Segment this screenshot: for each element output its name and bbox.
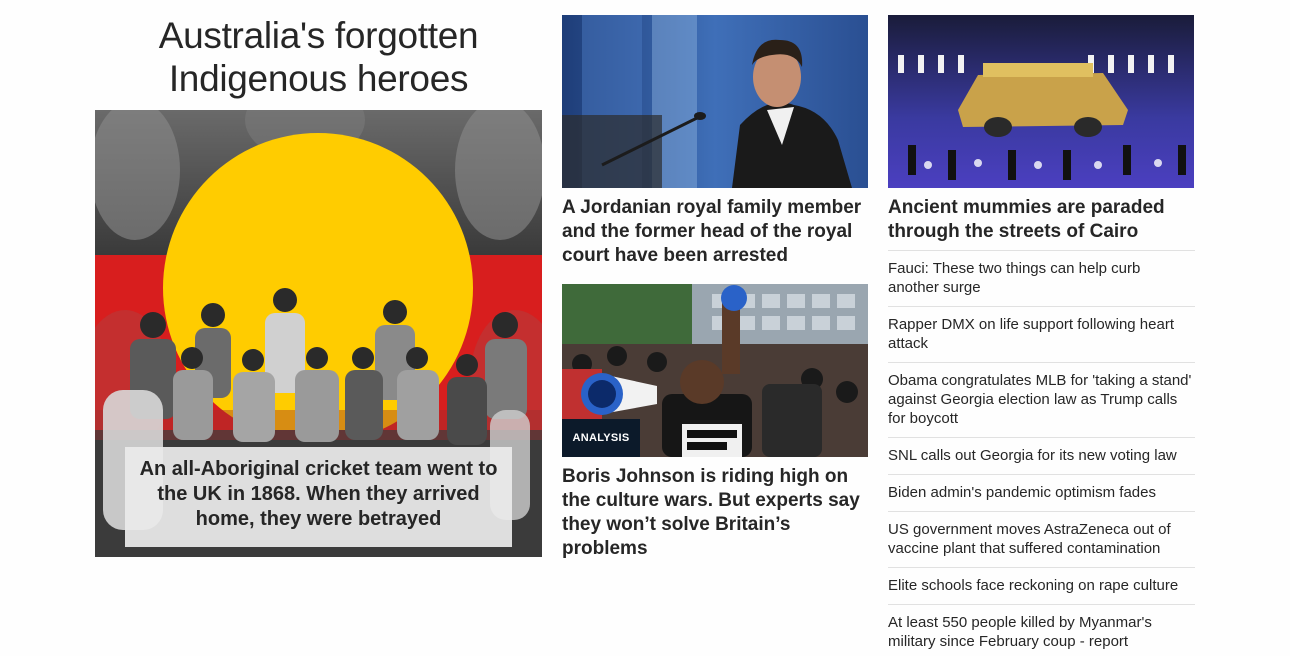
headline-link[interactable]: SNL calls out Georgia for its new voting…	[888, 447, 1177, 464]
mummies-headline[interactable]: Ancient mummies are paraded through the …	[888, 196, 1195, 244]
man-at-podium-photo	[562, 15, 868, 188]
headline-link[interactable]: US government moves AstraZeneca out of v…	[888, 521, 1171, 557]
feature-title[interactable]: Australia's forgotten Indigenous heroes	[95, 14, 542, 100]
list-item: Obama congratulates MLB for 'taking a st…	[888, 362, 1195, 437]
boris-image-link[interactable]: ANALYSIS	[562, 284, 868, 457]
headline-link[interactable]: Rapper DMX on life support following hea…	[888, 316, 1174, 352]
headline-link[interactable]: Fauci: These two things can help curb an…	[888, 260, 1140, 296]
headline-link[interactable]: Obama congratulates MLB for 'taking a st…	[888, 372, 1191, 427]
list-item: SNL calls out Georgia for its new voting…	[888, 437, 1195, 474]
jordan-headline[interactable]: A Jordanian royal family member and the …	[562, 196, 868, 268]
analysis-badge: ANALYSIS	[562, 419, 640, 457]
middle-column: A Jordanian royal family member and the …	[562, 15, 868, 561]
list-item: Biden admin's pandemic optimism fades	[888, 474, 1195, 511]
story-card-jordan: A Jordanian royal family member and the …	[562, 15, 868, 268]
list-item: At least 550 people killed by Myanmar's …	[888, 604, 1195, 656]
list-item: US government moves AstraZeneca out of v…	[888, 511, 1195, 567]
feature-story: Australia's forgotten Indigenous heroes	[95, 14, 542, 557]
right-column: Ancient mummies are paraded through the …	[888, 15, 1195, 656]
story-card-boris: ANALYSIS Boris Johnson is riding high on…	[562, 284, 868, 561]
jordan-image-link[interactable]	[562, 15, 868, 188]
boris-headline[interactable]: Boris Johnson is riding high on the cult…	[562, 465, 868, 561]
list-item: Elite schools face reckoning on rape cul…	[888, 567, 1195, 604]
headline-link[interactable]: Elite schools face reckoning on rape cul…	[888, 577, 1178, 594]
headline-link[interactable]: Biden admin's pandemic optimism fades	[888, 484, 1156, 501]
mummies-parade-photo	[888, 15, 1194, 188]
list-item: Rapper DMX on life support following hea…	[888, 306, 1195, 362]
feature-image-link[interactable]: An all-Aboriginal cricket team went to t…	[95, 110, 542, 557]
headline-link[interactable]: At least 550 people killed by Myanmar's …	[888, 614, 1152, 650]
feature-caption[interactable]: An all-Aboriginal cricket team went to t…	[125, 447, 512, 547]
headline-list: Fauci: These two things can help curb an…	[888, 250, 1195, 656]
mummies-image-link[interactable]	[888, 15, 1194, 188]
list-item: Fauci: These two things can help curb an…	[888, 250, 1195, 306]
